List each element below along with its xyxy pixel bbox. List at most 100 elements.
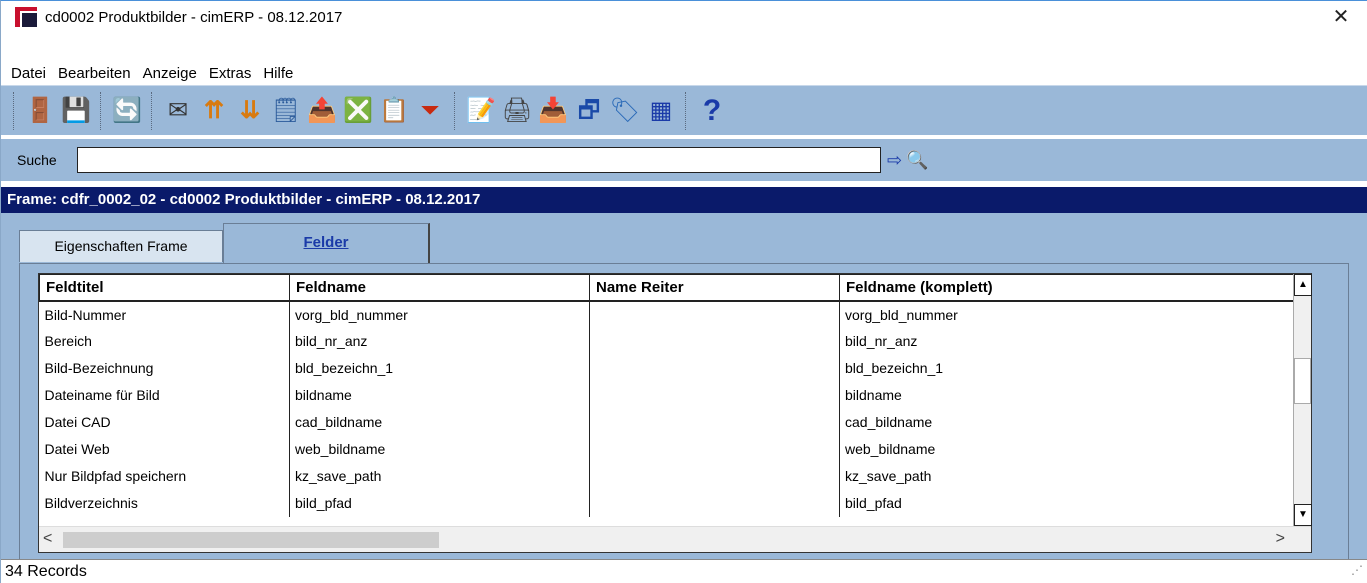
tab-felder[interactable]: Felder xyxy=(223,223,430,263)
sort-ascending-icon[interactable]: ⇈ xyxy=(199,94,229,128)
help-icon[interactable]: ? xyxy=(697,94,727,128)
table-cell: cad_bildname xyxy=(839,408,1296,436)
table-cell: web_bildname xyxy=(839,435,1296,463)
toolbar: 🚪 💾 🔄 ✉ ⇈ ⇊ 🗒 📤 ❎ 📋 ⏷ 📝 🖨 📥 🗗 🏷 ▦ ? xyxy=(1,85,1367,135)
table-cell xyxy=(589,408,840,436)
table-row[interactable]: Datei Web web_bildname web_bildname xyxy=(39,435,1296,463)
table-cell: kz_save_path xyxy=(839,462,1296,490)
refresh-icon[interactable]: 🔄 xyxy=(112,94,142,128)
sort-descending-icon[interactable]: ⇊ xyxy=(235,94,265,128)
vertical-scroll-thumb[interactable] xyxy=(1294,358,1311,404)
fields-table: Feldtitel Feldname Name Reiter Feldname … xyxy=(39,274,1296,517)
table-cell: vorg_bld_nummer xyxy=(839,300,1296,328)
table-cell: Bildverzeichnis xyxy=(39,489,290,517)
table-row[interactable]: Bild-Bezeichnung bld_bezeichn_1 bld_beze… xyxy=(39,354,1296,382)
exit-door-icon[interactable]: 🚪 xyxy=(25,94,55,128)
column-header-feldtitel[interactable]: Feldtitel xyxy=(39,274,290,302)
number-list-icon[interactable]: 🗒 xyxy=(271,94,301,128)
toolbar-separator xyxy=(13,91,16,130)
copy-icon[interactable]: 📋 xyxy=(379,94,409,128)
search-icon[interactable]: 🔍 xyxy=(906,150,928,171)
frame-header: Frame: cdfr_0002_02 - cd0002 Produktbild… xyxy=(1,187,1367,213)
vertical-scrollbar[interactable]: ▲ ▼ xyxy=(1293,274,1312,526)
tag-icon[interactable]: 🏷 xyxy=(610,94,640,128)
search-label: Suche xyxy=(17,152,57,168)
resize-grip-icon[interactable]: ⋰ xyxy=(1351,558,1363,582)
windows-icon[interactable]: 🗗 xyxy=(574,94,604,128)
properties-icon[interactable]: 📝 xyxy=(466,94,496,128)
table-cell: bild_nr_anz xyxy=(839,327,1296,355)
import-icon[interactable]: 📥 xyxy=(538,94,568,128)
save-icon[interactable]: 💾 xyxy=(61,94,91,128)
window-title: cd0002 Produktbilder - cimERP - 08.12.20… xyxy=(45,8,343,26)
table-cell xyxy=(589,381,840,409)
table-cell xyxy=(589,462,840,490)
table-cell: Datei CAD xyxy=(39,408,290,436)
column-header-feldname[interactable]: Feldname xyxy=(289,274,590,302)
table-cell: bild_pfad xyxy=(839,489,1296,517)
horizontal-scroll-thumb[interactable] xyxy=(63,532,439,548)
horizontal-scrollbar[interactable]: < > xyxy=(39,526,1311,552)
table-cell: bld_bezeichn_1 xyxy=(839,354,1296,382)
table-cell: vorg_bld_nummer xyxy=(289,300,590,328)
record-count: 34 Records xyxy=(5,563,87,580)
toolbar-separator xyxy=(151,91,154,130)
table-header-row: Feldtitel Feldname Name Reiter Feldname … xyxy=(39,274,1296,302)
toolbar-separator xyxy=(685,91,688,130)
status-bar: 34 Records ⋰ xyxy=(1,559,1367,583)
table-row[interactable]: Bereich bild_nr_anz bild_nr_anz xyxy=(39,327,1296,355)
menu-bearbeiten[interactable]: Bearbeiten xyxy=(52,65,137,82)
print-icon[interactable]: 🖨 xyxy=(502,94,532,128)
table-cell xyxy=(589,327,840,355)
email-icon[interactable]: ✉ xyxy=(163,94,193,128)
table-cell: Dateiname für Bild xyxy=(39,381,290,409)
app-window: cd0002 Produktbilder - cimERP - 08.12.20… xyxy=(0,0,1367,583)
menu-hilfe[interactable]: Hilfe xyxy=(257,65,299,82)
tab-eigenschaften-frame[interactable]: Eigenschaften Frame xyxy=(19,230,223,262)
table-row[interactable]: Bildverzeichnis bild_pfad bild_pfad xyxy=(39,489,1296,517)
column-header-feldname-komplett[interactable]: Feldname (komplett) xyxy=(839,274,1296,302)
table-cell: Bild-Nummer xyxy=(39,300,290,328)
table-cell: bild_nr_anz xyxy=(289,327,590,355)
table-row[interactable]: Datei CAD cad_bildname cad_bildname xyxy=(39,408,1296,436)
table-row[interactable]: Bild-Nummer vorg_bld_nummer vorg_bld_num… xyxy=(39,300,1296,328)
menu-datei[interactable]: Datei xyxy=(5,65,52,82)
menu-anzeige[interactable]: Anzeige xyxy=(137,65,203,82)
search-input[interactable] xyxy=(77,147,881,173)
table-row[interactable]: Dateiname für Bild bildname bildname xyxy=(39,381,1296,409)
column-header-name-reiter[interactable]: Name Reiter xyxy=(589,274,840,302)
table-cell: bildname xyxy=(289,381,590,409)
excel-icon[interactable]: ❎ xyxy=(343,94,373,128)
search-bar: Suche ⇨ 🔍 xyxy=(1,139,1367,181)
table-row[interactable]: Nur Bildpfad speichern kz_save_path kz_s… xyxy=(39,462,1296,490)
table-cell xyxy=(589,300,840,328)
table-cell xyxy=(589,489,840,517)
table-cell xyxy=(589,435,840,463)
scroll-right-arrow-icon[interactable]: > xyxy=(1276,530,1285,548)
grid-icon[interactable]: ▦ xyxy=(646,94,676,128)
app-logo-icon xyxy=(15,7,37,27)
table-cell: bildname xyxy=(839,381,1296,409)
scroll-down-arrow-icon[interactable]: ▼ xyxy=(1294,504,1312,526)
table-cell: Bild-Bezeichnung xyxy=(39,354,290,382)
toolbar-separator xyxy=(100,91,103,130)
table-cell: kz_save_path xyxy=(289,462,590,490)
menu-bar: Datei Bearbeiten Anzeige Extras Hilfe xyxy=(1,59,1367,87)
table-cell xyxy=(589,354,840,382)
table-cell: cad_bildname xyxy=(289,408,590,436)
table-cell: bld_bezeichn_1 xyxy=(289,354,590,382)
table-cell: Bereich xyxy=(39,327,290,355)
title-bar: cd0002 Produktbilder - cimERP - 08.12.20… xyxy=(1,1,1367,33)
menu-extras[interactable]: Extras xyxy=(203,65,258,82)
table-cell: Datei Web xyxy=(39,435,290,463)
filter-icon[interactable]: ⏷ xyxy=(415,94,445,128)
scroll-up-arrow-icon[interactable]: ▲ xyxy=(1294,274,1312,296)
search-go-arrow-icon[interactable]: ⇨ xyxy=(887,150,902,171)
fields-grid[interactable]: Feldtitel Feldname Name Reiter Feldname … xyxy=(38,273,1312,553)
close-button[interactable]: ✕ xyxy=(1329,5,1353,29)
scroll-left-arrow-icon[interactable]: < xyxy=(43,530,52,548)
table-cell: bild_pfad xyxy=(289,489,590,517)
table-cell: web_bildname xyxy=(289,435,590,463)
toolbar-separator xyxy=(454,91,457,130)
export-icon[interactable]: 📤 xyxy=(307,94,337,128)
